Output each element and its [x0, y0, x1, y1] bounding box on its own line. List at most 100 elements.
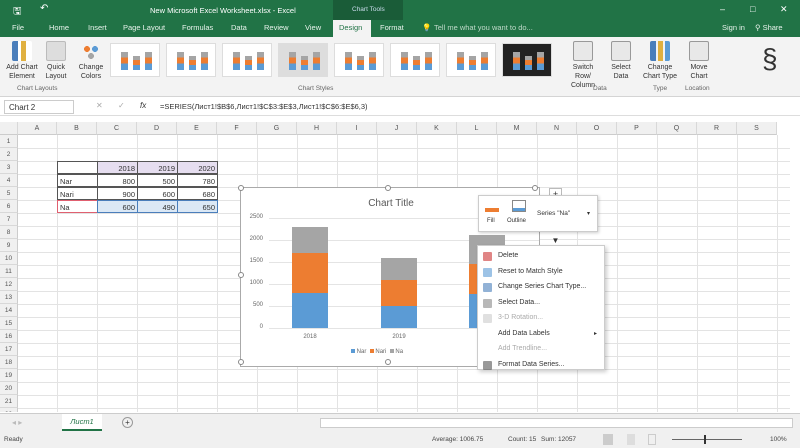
tab-file[interactable]: File	[12, 23, 24, 32]
column-header[interactable]: Q	[657, 122, 697, 135]
value-cell[interactable]: 500	[137, 174, 178, 187]
bar-nar-2018[interactable]	[292, 292, 328, 328]
value-cell[interactable]: 680	[177, 187, 218, 200]
bar-nari-2019[interactable]	[381, 279, 417, 306]
quick-layout-button[interactable]: Quick Layout	[42, 41, 70, 81]
chart-style-thumbnail[interactable]	[390, 43, 440, 77]
maximize-icon[interactable]: □	[750, 4, 755, 14]
row-header[interactable]: 15	[0, 317, 18, 330]
column-header[interactable]: C	[97, 122, 137, 135]
chart-style-thumbnail[interactable]	[446, 43, 496, 77]
chart-style-thumbnail[interactable]	[166, 43, 216, 77]
column-header[interactable]: L	[457, 122, 497, 135]
column-header[interactable]: E	[177, 122, 217, 135]
save-icon[interactable]: 🖫	[13, 4, 22, 21]
resize-handle[interactable]	[238, 185, 244, 191]
row-header[interactable]: 2	[0, 148, 18, 161]
tab-format[interactable]: Format	[380, 23, 404, 32]
column-header[interactable]: A	[18, 122, 57, 135]
column-header[interactable]: D	[137, 122, 177, 135]
row-header[interactable]: 16	[0, 330, 18, 343]
normal-view-icon[interactable]	[603, 434, 613, 445]
row-header[interactable]: 4	[0, 174, 18, 187]
tab-page-layout[interactable]: Page Layout	[123, 23, 165, 32]
close-icon[interactable]: ✕	[780, 4, 788, 15]
column-header[interactable]: S	[737, 122, 777, 135]
tell-me-search[interactable]: Tell me what you want to do...	[434, 23, 533, 32]
row-header[interactable]: 17	[0, 343, 18, 356]
value-cell[interactable]: 900	[97, 187, 138, 200]
row-header[interactable]: 1	[0, 135, 18, 148]
chart-style-thumbnail[interactable]	[278, 43, 328, 77]
horizontal-scrollbar[interactable]	[320, 418, 793, 428]
row-header[interactable]: 13	[0, 291, 18, 304]
row-label-cell[interactable]: Na	[57, 200, 98, 213]
outline-icon[interactable]	[512, 200, 526, 212]
row-header[interactable]: 8	[0, 226, 18, 239]
scroll-left-icon[interactable]: ◂ ▸	[12, 418, 22, 427]
column-header[interactable]: P	[617, 122, 657, 135]
column-header[interactable]: N	[537, 122, 577, 135]
resize-handle[interactable]	[385, 359, 391, 365]
fill-button[interactable]: Fill	[487, 218, 495, 224]
sheet-tab[interactable]: Лист1	[62, 414, 102, 431]
column-header[interactable]: J	[377, 122, 417, 135]
legend[interactable]: Nar Nari Na	[351, 349, 403, 355]
formula-input[interactable]: =SERIES(Лист1!$B$6,Лист1!$C$3:$E$3,Лист1…	[160, 102, 368, 111]
tab-design[interactable]: Design	[333, 20, 371, 37]
page-layout-view-icon[interactable]	[627, 434, 635, 445]
table-corner-cell[interactable]	[57, 161, 98, 174]
table-header-cell[interactable]: 2020	[177, 161, 218, 174]
menu-item-add-data-labels[interactable]: Add Data Labels	[498, 330, 550, 337]
column-header[interactable]: I	[337, 122, 377, 135]
chart-style-thumbnail[interactable]	[334, 43, 384, 77]
page-break-view-icon[interactable]	[648, 434, 656, 445]
select-all-corner[interactable]	[0, 122, 18, 135]
resize-handle[interactable]	[238, 359, 244, 365]
tab-home[interactable]: Home	[49, 23, 69, 32]
value-cell[interactable]: 800	[97, 174, 138, 187]
column-header[interactable]: B	[57, 122, 97, 135]
chart-style-thumbnail[interactable]	[110, 43, 160, 77]
row-label-cell[interactable]: Nar	[57, 174, 98, 187]
row-header[interactable]: 18	[0, 356, 18, 369]
row-header[interactable]: 12	[0, 278, 18, 291]
insert-function-icon[interactable]: fx	[140, 101, 146, 110]
column-header[interactable]: F	[217, 122, 257, 135]
row-header[interactable]: 7	[0, 213, 18, 226]
row-header[interactable]: 5	[0, 187, 18, 200]
move-chart-button[interactable]: Move Chart	[684, 41, 714, 81]
select-data-button[interactable]: Select Data	[606, 41, 636, 81]
add-sheet-icon[interactable]: +	[122, 417, 133, 428]
menu-item-reset-to-match-style[interactable]: Reset to Match Style	[498, 268, 563, 275]
row-header[interactable]: 10	[0, 252, 18, 265]
bar-nari-2018[interactable]	[292, 253, 328, 293]
row-header[interactable]: 19	[0, 369, 18, 382]
row-header[interactable]: 9	[0, 239, 18, 252]
resize-handle[interactable]	[238, 272, 244, 278]
column-header[interactable]: K	[417, 122, 457, 135]
add-chart-element-button[interactable]: Add Chart Element	[3, 41, 41, 81]
row-header[interactable]: 21	[0, 395, 18, 408]
menu-item-delete[interactable]: Delete	[498, 252, 518, 259]
undo-icon[interactable]: ↶	[40, 3, 48, 14]
row-header[interactable]: 3	[0, 161, 18, 174]
row-header[interactable]: 20	[0, 382, 18, 395]
change-colors-button[interactable]: Change Colors	[76, 41, 106, 81]
value-cell[interactable]: 650	[177, 200, 218, 213]
tab-view[interactable]: View	[305, 23, 321, 32]
row-header[interactable]: 6	[0, 200, 18, 213]
column-header[interactable]: O	[577, 122, 617, 135]
chart-style-thumbnail[interactable]	[222, 43, 272, 77]
column-header[interactable]: H	[297, 122, 337, 135]
sign-in-link[interactable]: Sign in	[722, 23, 745, 32]
enter-icon[interactable]: ✓	[118, 101, 125, 110]
bar-na-2019[interactable]	[381, 258, 417, 280]
row-header[interactable]: 11	[0, 265, 18, 278]
menu-item-format-data-series[interactable]: Format Data Series...	[498, 361, 565, 368]
switch-row-column-button[interactable]: Switch Row/ Column	[565, 41, 601, 90]
row-header[interactable]: 22	[0, 408, 18, 412]
column-header[interactable]: R	[697, 122, 737, 135]
column-header[interactable]: G	[257, 122, 297, 135]
column-header[interactable]: M	[497, 122, 537, 135]
